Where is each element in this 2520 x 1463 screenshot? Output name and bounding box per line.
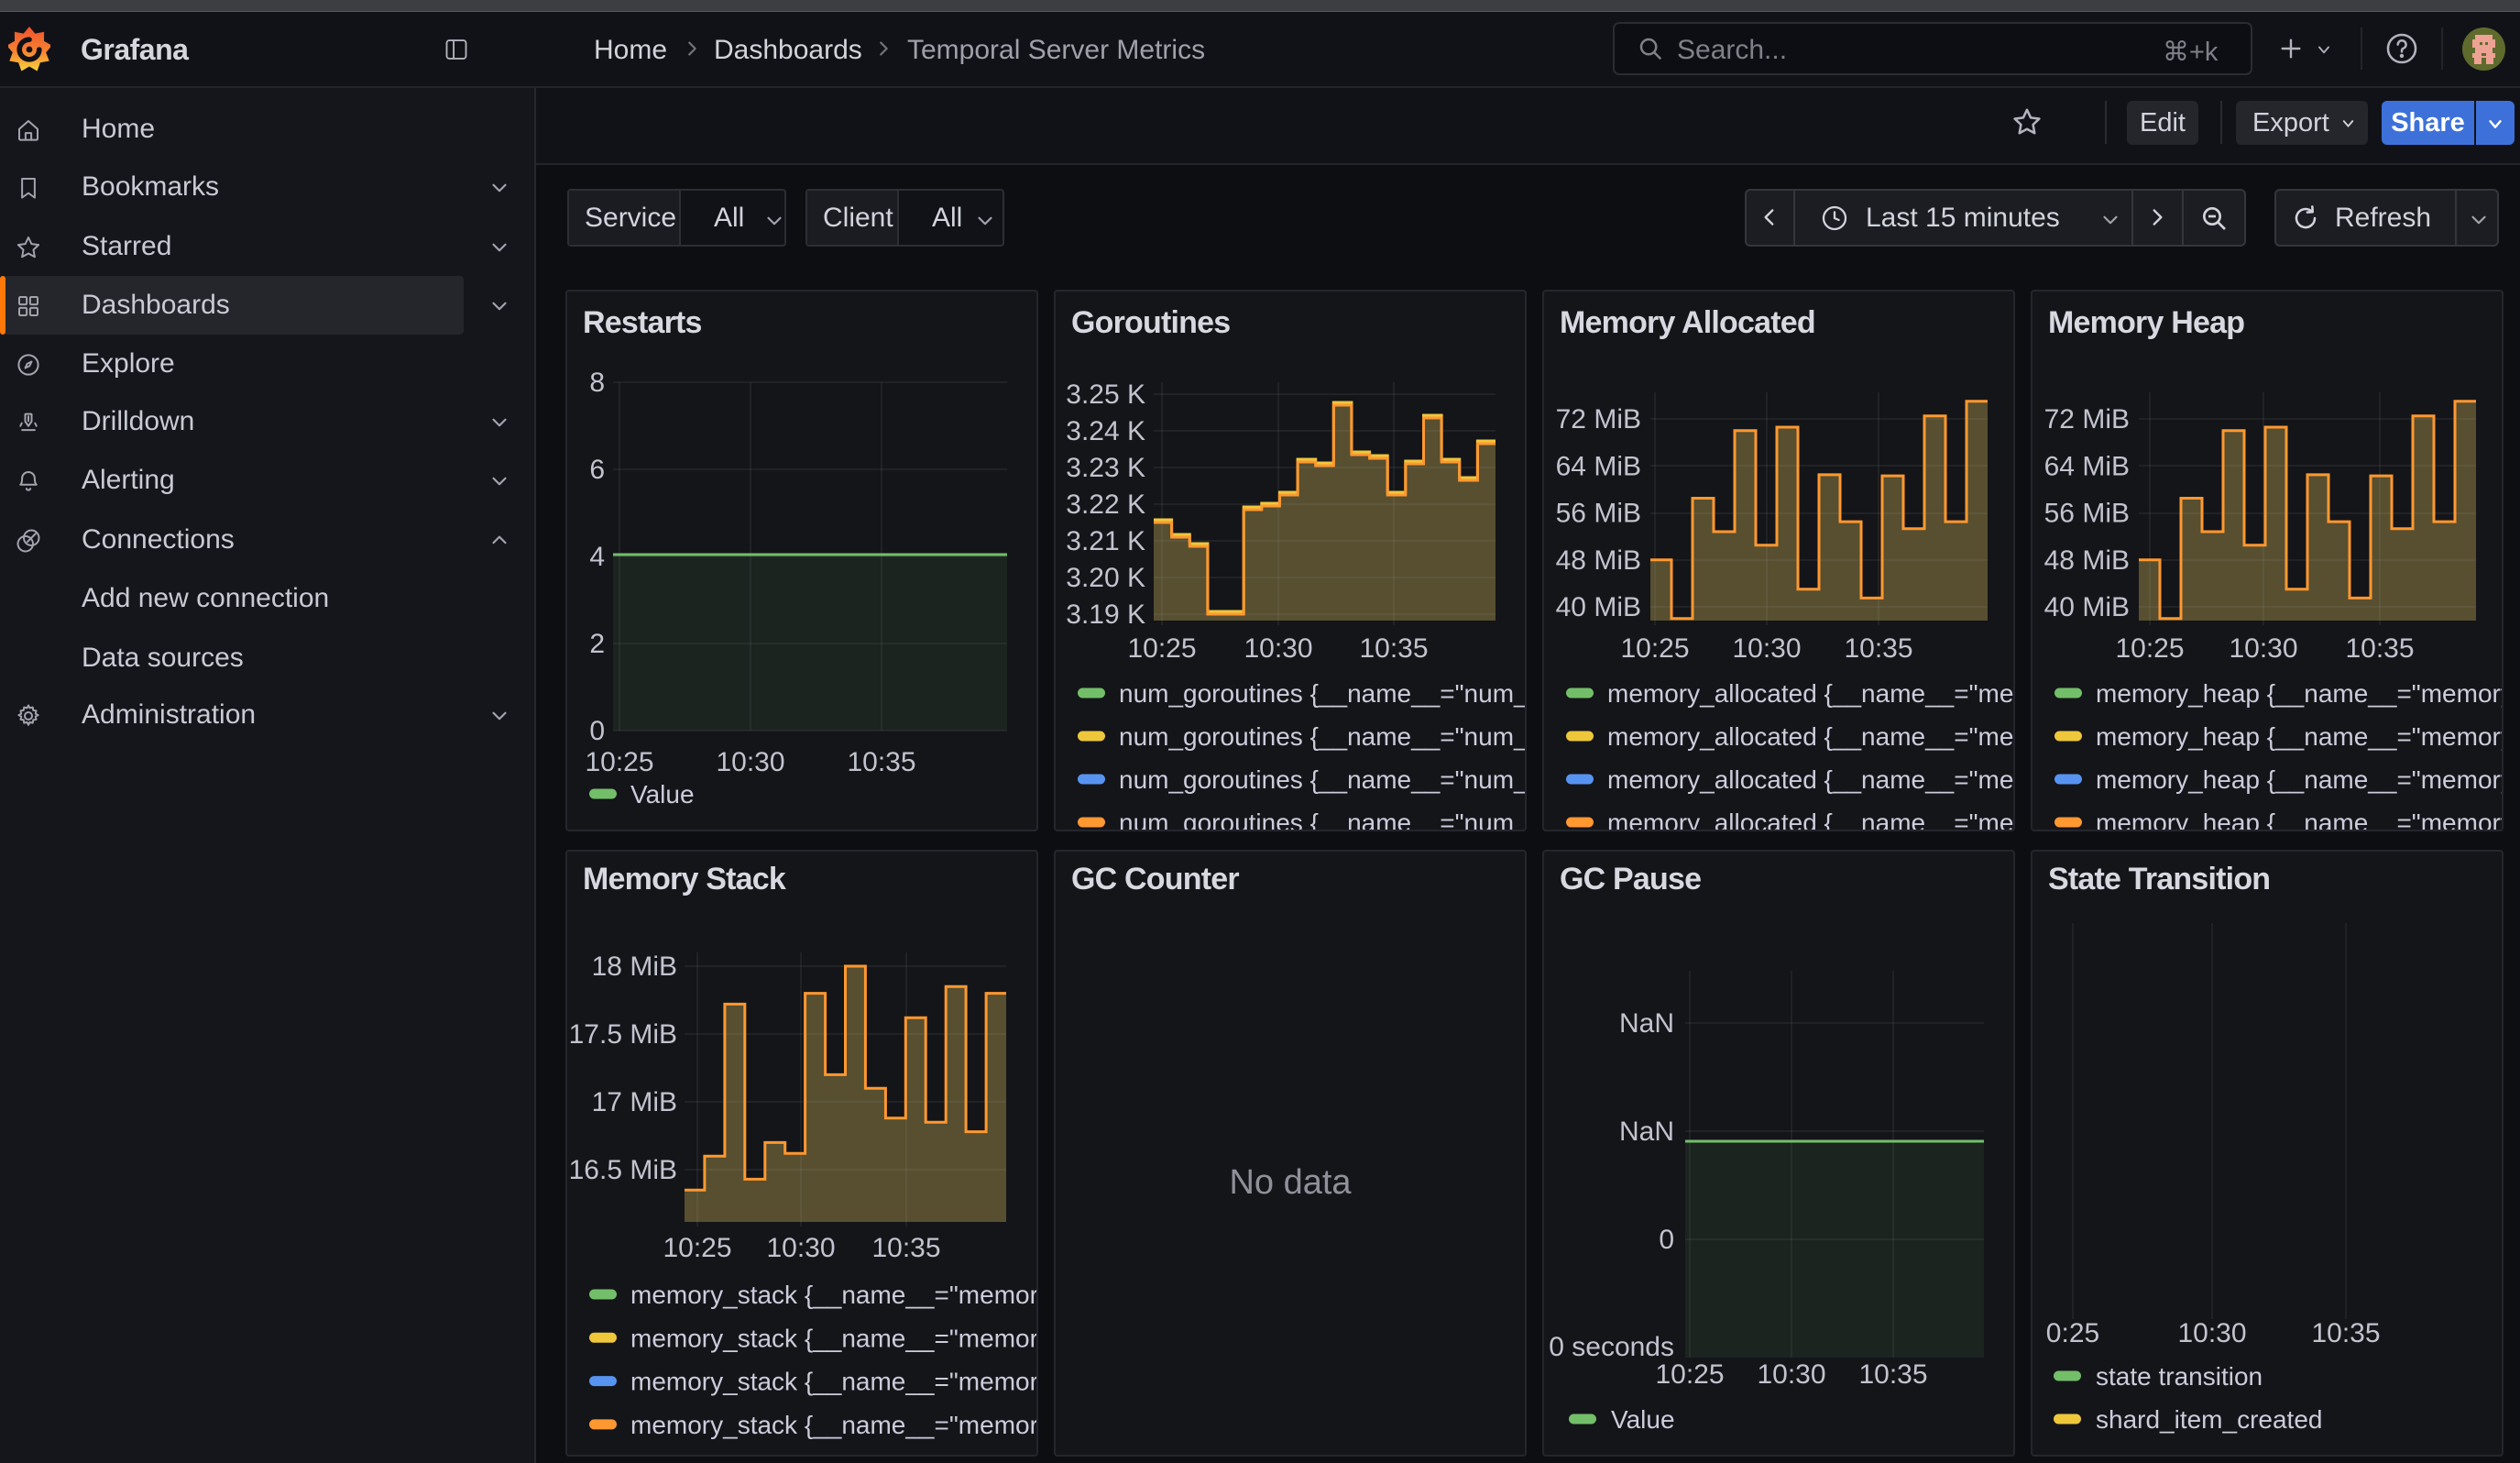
svg-text:memory_stack {__name__="memory: memory_stack {__name__="memory_s [630,1324,1036,1352]
svg-text:10:35: 10:35 [1844,633,1912,664]
svg-text:10:35: 10:35 [847,747,915,777]
svg-text:10:25: 10:25 [2115,633,2184,664]
svg-text:memory_allocated {__name__="me: memory_allocated {__name__="memo [1607,679,2013,708]
svg-text:memory_heap {__name__="memory_: memory_heap {__name__="memory_h [2096,765,2502,794]
svg-text:memory_heap {__name__="memory_: memory_heap {__name__="memory_h [2096,722,2502,751]
svg-text:3.20 K: 3.20 K [1066,563,1145,593]
svg-text:10:30: 10:30 [2177,1318,2246,1348]
svg-text:10:30: 10:30 [1757,1359,1825,1390]
svg-text:48 MiB: 48 MiB [1556,545,1641,576]
svg-text:3.24 K: 3.24 K [1066,416,1145,446]
svg-text:shard_item_created: shard_item_created [2096,1405,2322,1434]
svg-text:4: 4 [589,542,605,572]
svg-text:10:30: 10:30 [2229,633,2297,664]
svg-text:memory_stack {__name__="memory: memory_stack {__name__="memory_s [630,1281,1036,1309]
svg-text:NaN: NaN [1619,1008,1674,1039]
svg-text:10:25: 10:25 [1655,1359,1724,1390]
svg-text:memory_stack {__name__="memory: memory_stack {__name__="memory_s [630,1411,1036,1439]
svg-text:memory_allocated {__name__="me: memory_allocated {__name__="memo [1607,808,2013,830]
svg-text:72 MiB: 72 MiB [2044,404,2130,434]
svg-text:0: 0 [589,716,605,746]
svg-text:10:30: 10:30 [1732,633,1801,664]
svg-text:num_goroutines {__name__="num_: num_goroutines {__name__="num_gor [1119,765,1525,794]
svg-text:num_goroutines {__name__="num_: num_goroutines {__name__="num_gor [1119,808,1525,830]
svg-text:Value: Value [630,780,695,808]
svg-text:Value: Value [1611,1405,1675,1434]
svg-text:40 MiB: 40 MiB [1556,592,1641,622]
svg-text:state transition: state transition [2096,1362,2263,1391]
svg-text:17.5 MiB: 17.5 MiB [569,1019,677,1050]
svg-text:3.25 K: 3.25 K [1066,380,1145,410]
svg-text:10:35: 10:35 [2311,1318,2380,1348]
svg-text:6: 6 [589,455,605,485]
svg-text:72 MiB: 72 MiB [1556,404,1641,434]
svg-text:3.19 K: 3.19 K [1066,600,1145,630]
svg-text:memory_heap {__name__="memory_: memory_heap {__name__="memory_h [2096,808,2502,830]
svg-text:0: 0 [1659,1225,1674,1255]
svg-text:10:25: 10:25 [1127,633,1196,664]
svg-text:16.5 MiB: 16.5 MiB [569,1155,677,1185]
svg-text:num_goroutines {__name__="num_: num_goroutines {__name__="num_gor [1119,679,1525,708]
svg-text:memory_allocated {__name__="me: memory_allocated {__name__="memo [1607,722,2013,751]
svg-text:40 MiB: 40 MiB [2044,592,2130,622]
svg-text:10:30: 10:30 [1244,633,1312,664]
svg-text:56 MiB: 56 MiB [1556,499,1641,529]
svg-text:10:35: 10:35 [1858,1359,1927,1390]
svg-text:10:35: 10:35 [1359,633,1428,664]
svg-text:10:25: 10:25 [663,1233,731,1263]
svg-text:10:30: 10:30 [716,747,784,777]
svg-text:2: 2 [589,629,605,659]
svg-text:0 seconds: 0 seconds [1549,1332,1674,1362]
svg-text:18 MiB: 18 MiB [592,952,677,982]
svg-text:3.22 K: 3.22 K [1066,490,1145,520]
svg-text:memory_stack {__name__="memory: memory_stack {__name__="memory_s [630,1368,1036,1396]
svg-text:memory_heap {__name__="memory_: memory_heap {__name__="memory_h [2096,679,2502,708]
svg-text:10:30: 10:30 [766,1233,835,1263]
svg-text:8: 8 [589,368,605,398]
svg-text:3.21 K: 3.21 K [1066,526,1145,556]
svg-text:10:35: 10:35 [2345,633,2414,664]
svg-text:17 MiB: 17 MiB [592,1087,677,1117]
svg-text:64 MiB: 64 MiB [2044,451,2130,481]
svg-text:NaN: NaN [1619,1116,1674,1147]
svg-text:48 MiB: 48 MiB [2044,545,2130,576]
svg-text:10:35: 10:35 [871,1233,940,1263]
svg-text:3.23 K: 3.23 K [1066,453,1145,483]
svg-text:10:25: 10:25 [1620,633,1689,664]
svg-text:64 MiB: 64 MiB [1556,451,1641,481]
svg-text:num_goroutines {__name__="num_: num_goroutines {__name__="num_gor [1119,722,1525,751]
svg-text:56 MiB: 56 MiB [2044,499,2130,529]
svg-text:memory_allocated {__name__="me: memory_allocated {__name__="memo [1607,765,2013,794]
svg-text:0:25: 0:25 [2046,1318,2099,1348]
svg-text:10:25: 10:25 [585,747,653,777]
